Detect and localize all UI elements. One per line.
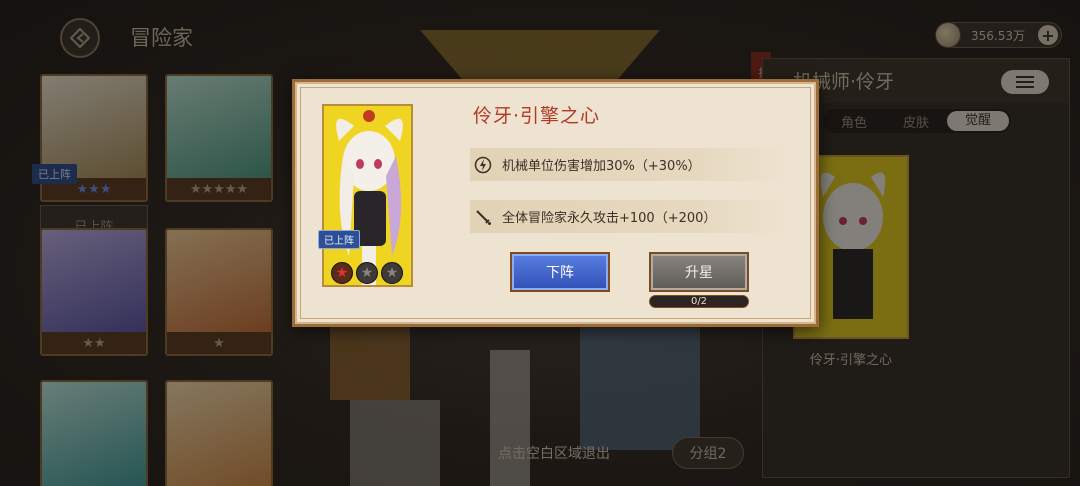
awaken-dialog: 已上阵 ★ ★ ★ 伶牙·引擎之心 机械单位伤害增加30%（+30%） 全体冒险… — [292, 79, 819, 327]
upgrade-star-button[interactable]: 升星 — [649, 252, 749, 292]
progress-label: 0/2 — [690, 296, 708, 307]
attribute-text: 机械单位伤害增加30%（+30%） — [502, 159, 701, 174]
star-icon: ★ — [331, 262, 353, 284]
upgrade-progress-bar: 0/2 — [649, 295, 749, 308]
remove-from-team-button[interactable]: 下阵 — [510, 252, 610, 292]
on-team-tag: 已上阵 — [318, 230, 360, 249]
attribute-row: 全体冒险家永久攻击+100（+200） — [470, 200, 788, 233]
dialog-title: 伶牙·引擎之心 — [473, 105, 601, 127]
attribute-row: 机械单位伤害增加30%（+30%） — [470, 148, 788, 181]
card-star-rating: ★ ★ ★ — [331, 262, 403, 284]
sword-icon — [474, 208, 492, 226]
star-icon: ★ — [356, 262, 378, 284]
awaken-card-large — [322, 104, 413, 287]
character-art — [324, 106, 411, 285]
attribute-text: 全体冒险家永久攻击+100（+200） — [502, 211, 717, 226]
gear-spin-icon — [474, 156, 492, 174]
star-icon: ★ — [381, 262, 403, 284]
